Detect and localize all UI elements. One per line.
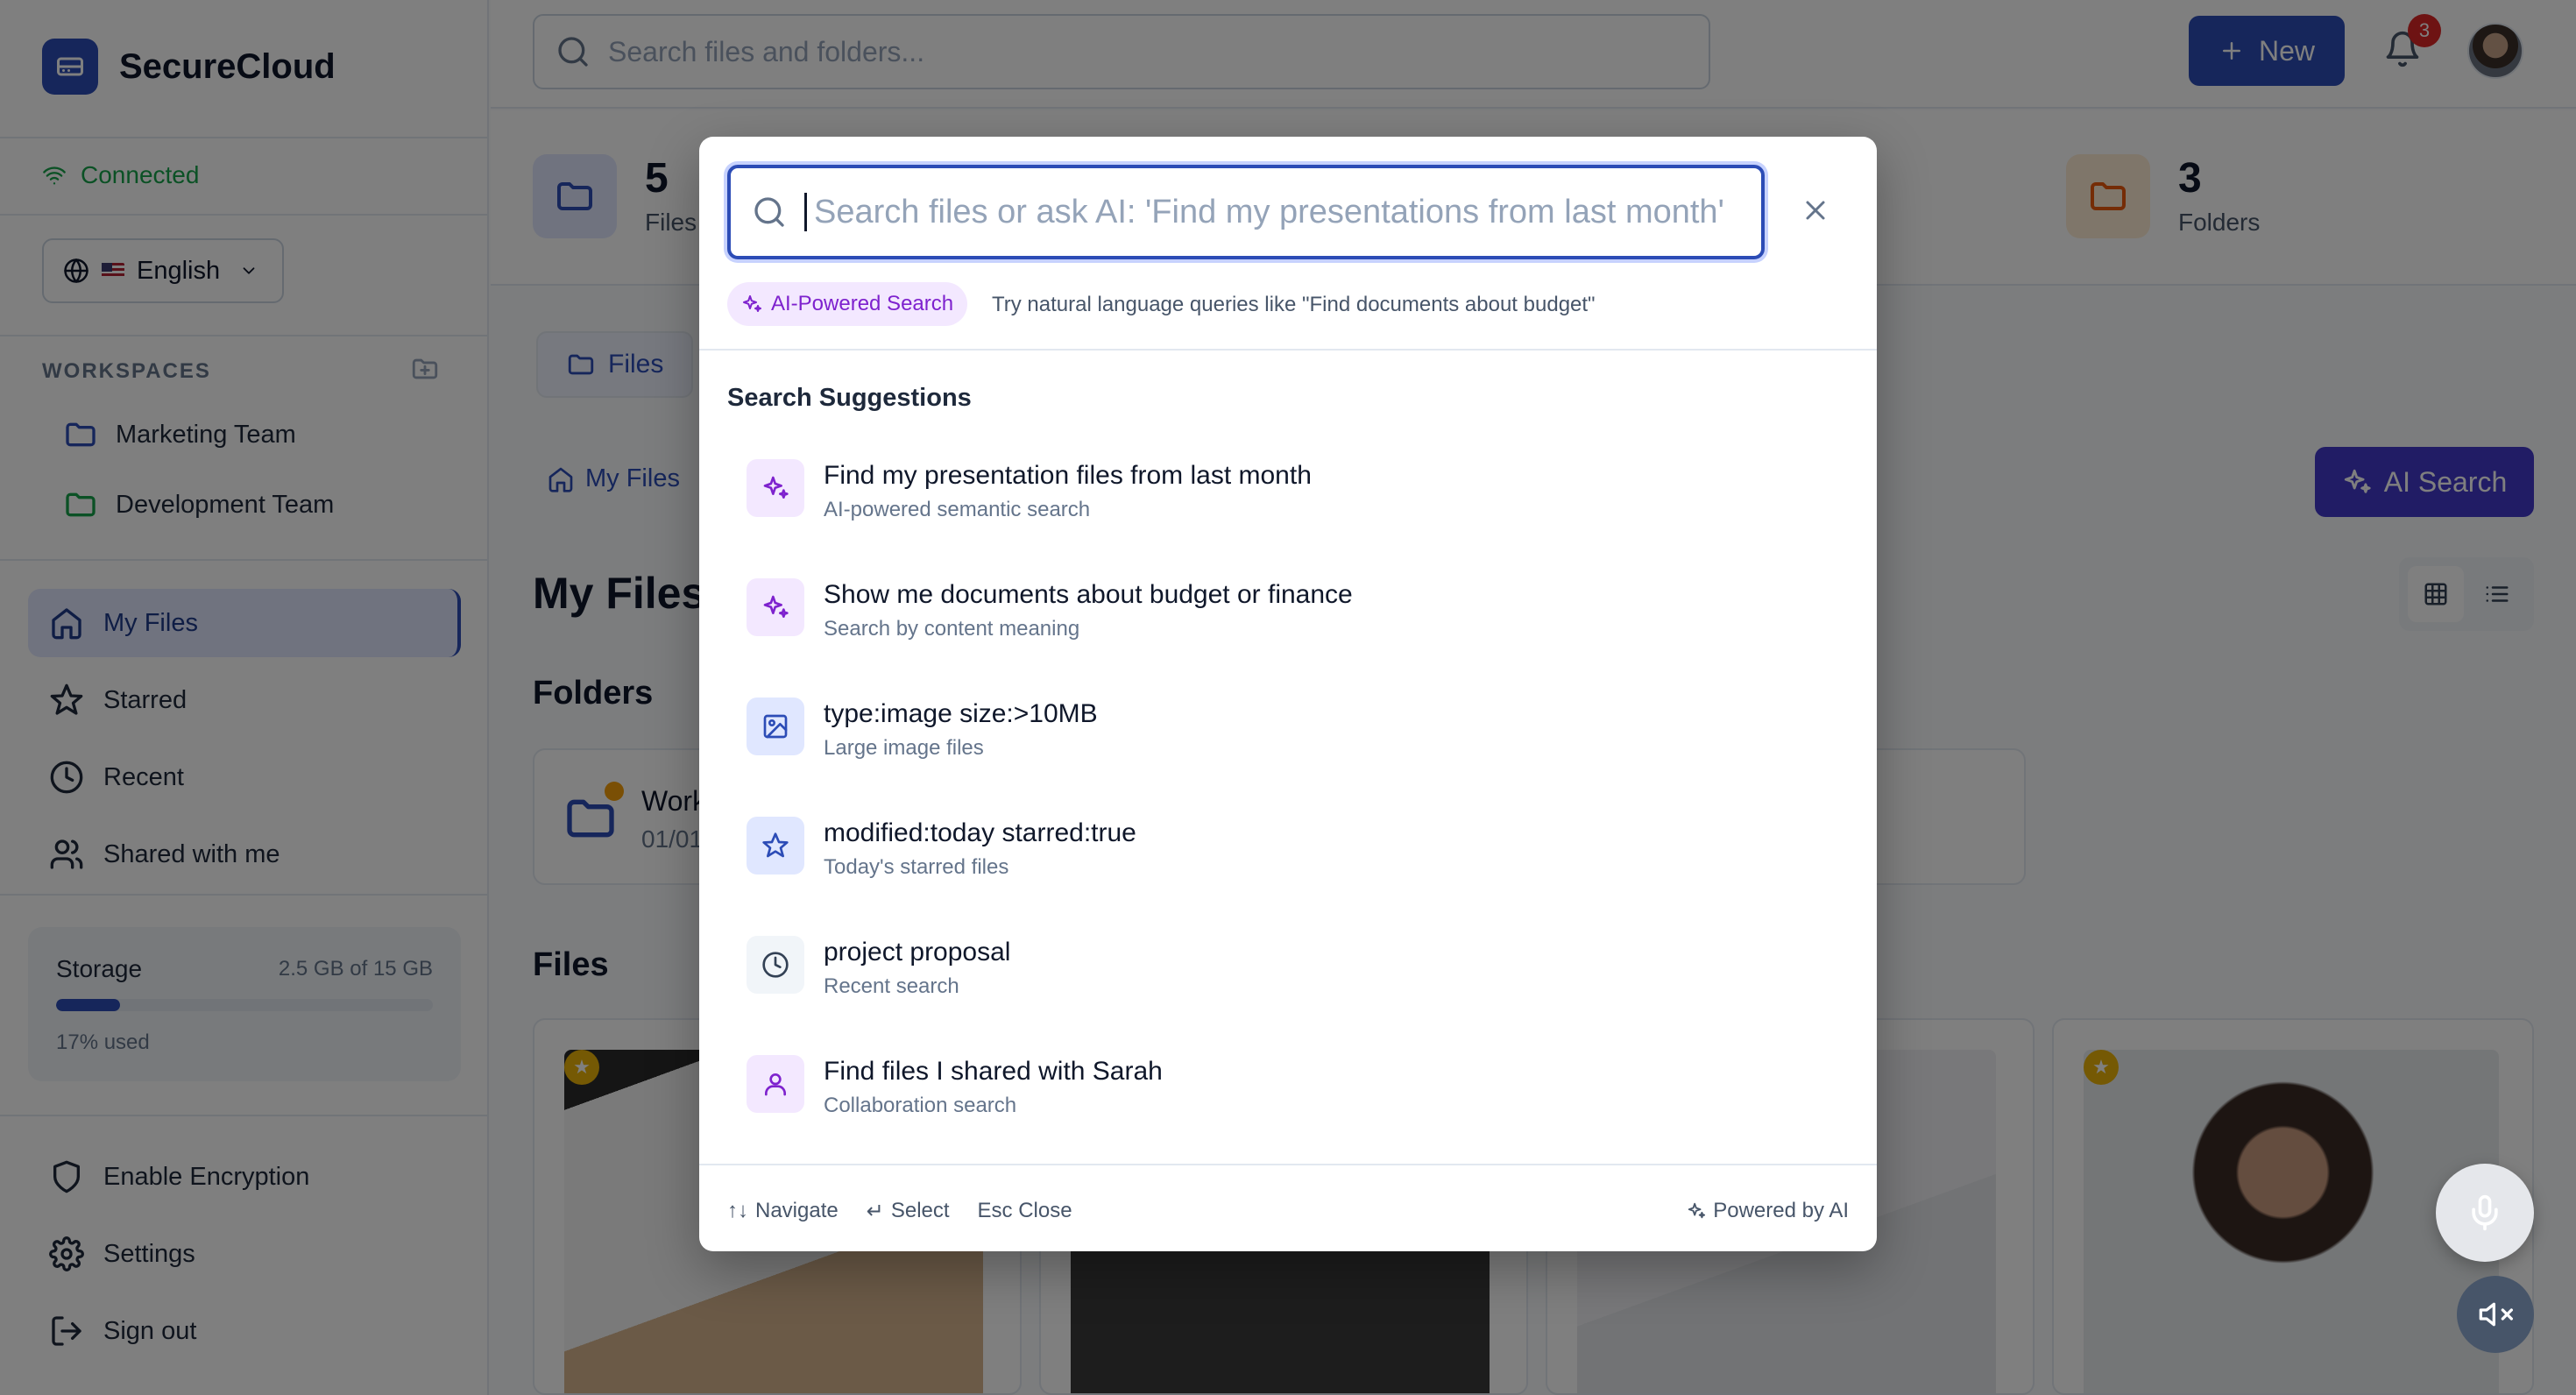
suggestion-title: Find my presentation files from last mon… <box>824 461 1312 490</box>
suggestion-subtitle: Today's starred files <box>824 855 1009 879</box>
modal-search-placeholder: Search files or ask AI: 'Find my present… <box>814 193 1724 230</box>
suggestion-title: modified:today starred:true <box>824 818 1136 847</box>
ai-search-modal: Search files or ask AI: 'Find my present… <box>699 137 1877 1251</box>
text-caret <box>804 193 807 231</box>
sparkle-icon <box>747 578 804 636</box>
sparkle-icon <box>747 459 804 517</box>
mute-button[interactable] <box>2457 1276 2534 1353</box>
navigate-hint: ↑↓ Navigate <box>727 1199 839 1223</box>
sparkle-icon <box>1688 1202 1706 1219</box>
star-icon <box>747 817 804 875</box>
microphone-icon <box>2472 1194 2498 1231</box>
powered-label: Powered by AI <box>1713 1199 1849 1222</box>
close-icon[interactable] <box>1800 195 1831 226</box>
suggestion-subtitle: Collaboration search <box>824 1094 1017 1117</box>
image-icon <box>747 698 804 755</box>
ai-pill-label: AI-Powered Search <box>771 292 954 315</box>
user-icon <box>747 1055 804 1113</box>
suggestion-title: type:image size:>10MB <box>824 699 1098 728</box>
clock-icon <box>747 936 804 994</box>
suggestion-subtitle: Large image files <box>824 736 984 760</box>
modal-footer: ↑↓ Navigate ↵ Select Esc Close Powered by … <box>727 1193 1849 1229</box>
search-icon <box>754 197 784 227</box>
suggestion-subtitle: AI-powered semantic search <box>824 498 1091 521</box>
suggestion-subtitle: Search by content meaning <box>824 617 1080 641</box>
ai-hint: Try natural language queries like "Find … <box>992 293 1596 316</box>
powered-by-ai: Powered by AI <box>1687 1199 1849 1223</box>
divider <box>699 349 1877 351</box>
enter-icon: ↵ <box>866 1199 884 1223</box>
suggestion-item[interactable]: project proposal Recent search <box>727 917 1849 1015</box>
volume-mute-icon <box>2479 1302 2513 1327</box>
suggestion-item[interactable]: modified:today starred:true Today's star… <box>727 797 1849 896</box>
microphone-button[interactable] <box>2436 1164 2534 1262</box>
suggestion-title: Show me documents about budget or financ… <box>824 580 1353 609</box>
sparkle-icon <box>743 295 761 312</box>
close-hint: Esc Close <box>977 1199 1072 1222</box>
suggestion-title: Find files I shared with Sarah <box>824 1057 1163 1086</box>
divider <box>699 1164 1877 1165</box>
suggestion-item[interactable]: Show me documents about budget or financ… <box>727 559 1849 657</box>
suggestion-item[interactable]: Find files I shared with Sarah Collabora… <box>727 1036 1849 1134</box>
suggestion-subtitle: Recent search <box>824 974 959 998</box>
select-hint: ↵ Select <box>867 1199 950 1224</box>
suggestion-item[interactable]: type:image size:>10MB Large image files <box>727 678 1849 776</box>
select-label: Select <box>890 1199 950 1222</box>
arrows-icon: ↑↓ <box>727 1199 748 1222</box>
navigate-label: Navigate <box>755 1199 839 1222</box>
modal-search-input[interactable]: Search files or ask AI: 'Find my present… <box>727 165 1765 259</box>
suggestion-item[interactable]: Find my presentation files from last mon… <box>727 440 1849 538</box>
suggestions-heading: Search Suggestions <box>727 384 972 412</box>
suggestion-title: project proposal <box>824 938 1011 967</box>
ai-powered-badge: AI-Powered Search <box>727 282 968 326</box>
